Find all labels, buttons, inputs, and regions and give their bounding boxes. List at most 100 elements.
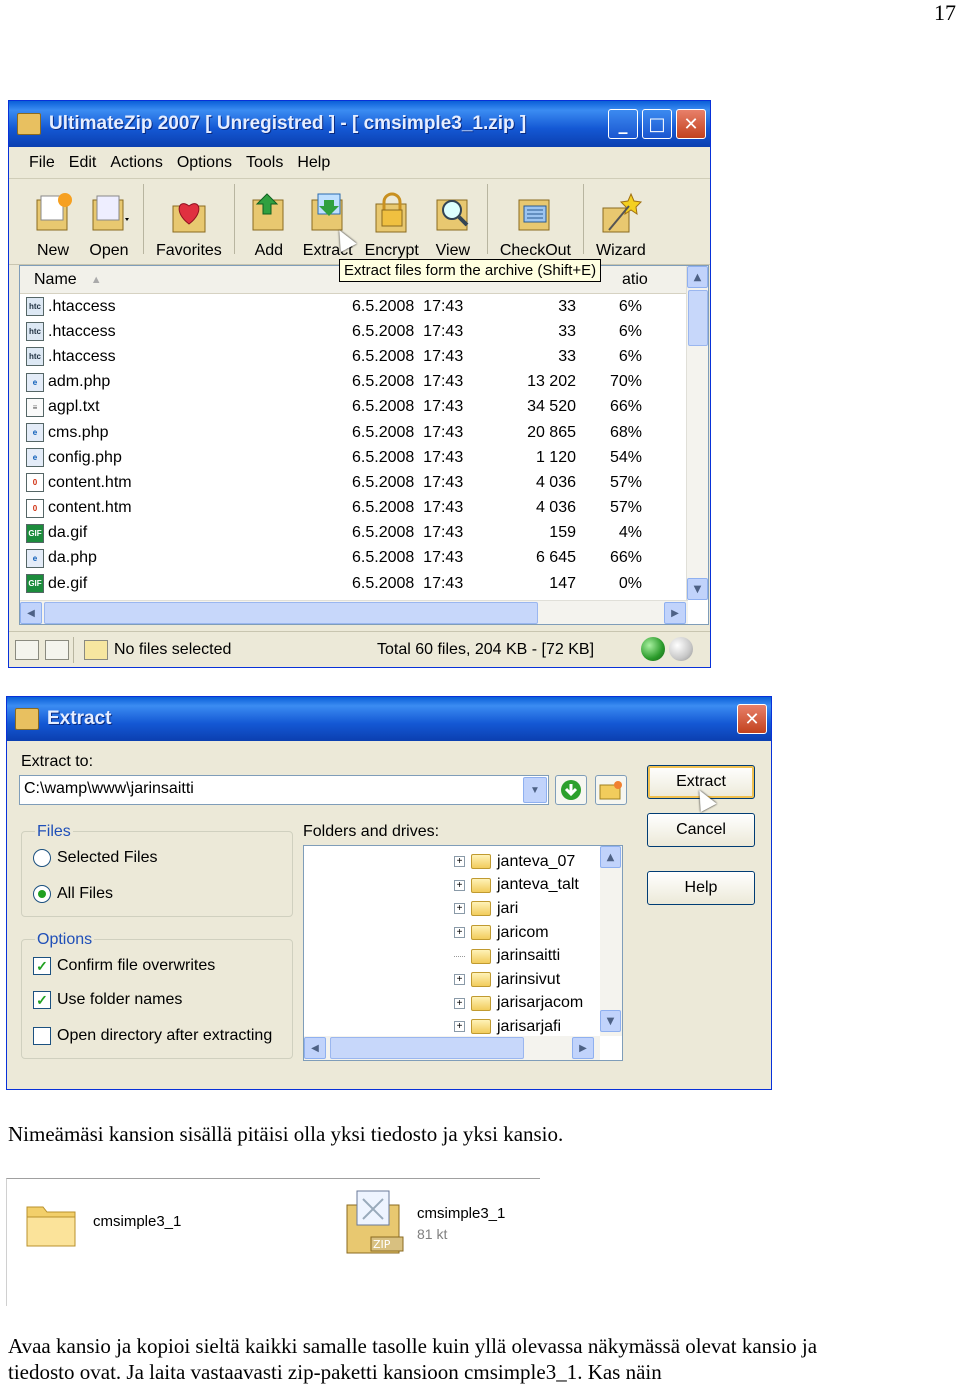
column-ratio[interactable]: atio [622,271,648,289]
folder-tree-item[interactable]: + jari [454,897,518,921]
folder-tree-item[interactable]: + jarisarjacom [454,992,583,1016]
tree-vertical-scrollbar[interactable]: ▲ ▼ [600,846,622,1036]
add-button[interactable]: Add [241,190,297,260]
confirm-overwrites-checkbox[interactable]: ✓ Confirm file overwrites [33,957,215,975]
details-view-icon[interactable] [15,639,39,660]
expand-icon[interactable]: + [454,856,465,868]
options-group-label: Options [35,931,95,949]
expand-icon[interactable]: + [454,997,465,1009]
help-button[interactable]: Help [647,871,755,905]
expand-icon[interactable]: + [454,903,465,915]
folder-tree-item[interactable]: + janteva_07 [454,850,575,874]
scroll-left-button[interactable]: ◀ [20,602,42,624]
file-row[interactable]: 0 content.htm 6.5.2008 17:43 4 036 57% [20,470,708,495]
file-row[interactable]: htc .htaccess 6.5.2008 17:43 33 6% [20,319,708,344]
folder-icon [471,995,491,1011]
file-ratio: 66% [609,398,642,416]
menu-actions[interactable]: Actions [110,154,162,172]
folder-tree-item[interactable]: + jarinsivut [454,968,560,992]
folder-icon [471,972,491,988]
file-ratio: 54% [609,448,642,466]
file-row[interactable]: htc .htaccess 6.5.2008 17:43 33 6% [20,344,708,369]
scroll-thumb[interactable] [44,602,538,624]
cancel-button[interactable]: Cancel [647,813,755,847]
selected-files-radio[interactable]: Selected Files [33,849,158,867]
open-directory-checkbox[interactable]: Open directory after extracting [33,1027,272,1045]
folder-tree-item[interactable]: + jaricom [454,921,549,945]
expand-icon[interactable]: + [454,974,465,986]
scroll-up-button[interactable]: ▲ [687,266,708,288]
folder-icon [471,925,491,941]
file-row[interactable]: e config.php 6.5.2008 17:43 1 120 54% [20,445,708,470]
file-size: 1 120 [535,448,576,466]
chevron-down-icon[interactable]: ▼ [523,777,547,803]
expand-icon[interactable]: + [454,879,465,891]
list-view-icon[interactable] [45,639,69,660]
extract-path-value: C:\wamp\www\jarinsaitti [24,780,194,797]
folder-tree-item[interactable]: + janteva_talt [454,874,579,898]
file-row[interactable]: 0 content.htm 6.5.2008 17:43 4 036 57% [20,496,708,521]
scroll-thumb[interactable] [330,1037,524,1059]
column-name[interactable]: Name [34,271,77,289]
close-button[interactable]: ✕ [676,109,706,139]
menu-options[interactable]: Options [177,154,232,172]
ht-file-icon: htc [26,347,44,367]
file-list[interactable]: Name ▲ atio htc .htaccess 6.5.2008 17:43 33… [19,265,709,625]
expand-icon[interactable]: + [454,1021,465,1033]
title-bar[interactable]: UltimateZip 2007 [ Unregistred ] - [ cms… [9,101,710,147]
folder-view-icon[interactable] [84,639,108,660]
htm-file-icon: 0 [26,473,44,493]
file-row[interactable]: htc .htaccess 6.5.2008 17:43 33 6% [20,294,708,319]
file-row[interactable]: e da.php 6.5.2008 17:43 6 645 66% [20,546,708,571]
extract-path-combo[interactable]: C:\wamp\www\jarinsaitti ▼ [19,775,549,805]
scroll-right-button[interactable]: ▶ [572,1037,594,1059]
menu-tools[interactable]: Tools [246,154,283,172]
folder-tree[interactable]: + janteva_07 + janteva_talt + jari + jaricom jar… [303,845,623,1061]
extract-button[interactable]: Extract [297,190,359,260]
ultimatezip-window: UltimateZip 2007 [ Unregistred ] - [ cms… [8,100,711,668]
go-button[interactable] [555,775,587,805]
maximize-button[interactable]: □ [642,109,672,139]
checkmark-icon: ✓ [33,991,51,1009]
dialog-title-bar[interactable]: Extract ✕ [7,697,771,741]
menu-help[interactable]: Help [297,154,330,172]
file-name: content.htm [48,473,132,491]
zip-file-item[interactable]: ZIP cmsimple3_1 81 kt [341,1187,505,1259]
view-button[interactable]: View [425,190,481,260]
vertical-scrollbar[interactable]: ▲ ▼ [686,266,708,600]
menu-file[interactable]: File [29,154,55,172]
scroll-thumb[interactable] [688,290,708,346]
scroll-right-button[interactable]: ▶ [664,602,686,624]
new-archive-icon [31,190,75,236]
encrypt-button[interactable]: Encrypt [359,190,425,260]
file-row[interactable]: GIF da.gif 6.5.2008 17:43 159 4% [20,521,708,546]
open-button[interactable]: Open [81,190,137,260]
menu-edit[interactable]: Edit [69,154,97,172]
minimize-button[interactable]: _ [608,109,638,139]
checkout-button[interactable]: CheckOut [494,190,577,260]
folder-name: cmsimple3_1 [93,1213,182,1230]
file-row[interactable]: e cms.php 6.5.2008 17:43 20 865 68% [20,420,708,445]
folder-tree-item[interactable]: jarinsaitti [454,944,560,968]
file-name: agpl.txt [48,398,100,416]
scroll-left-button[interactable]: ◀ [304,1037,326,1059]
favorites-button[interactable]: Favorites [150,190,228,260]
file-row[interactable]: GIF de.gif 6.5.2008 17:43 147 0% [20,571,708,596]
scroll-down-button[interactable]: ▼ [600,1010,621,1032]
folder-icon [471,854,491,870]
all-files-radio[interactable]: All Files [33,885,113,903]
new-button[interactable]: New [25,190,81,260]
scroll-down-button[interactable]: ▼ [687,578,708,600]
dialog-close-button[interactable]: ✕ [737,704,767,734]
file-row[interactable]: e adm.php 6.5.2008 17:43 13 202 70% [20,370,708,395]
file-row[interactable]: ≡ agpl.txt 6.5.2008 17:43 34 520 66% [20,395,708,420]
new-folder-button[interactable] [595,775,627,805]
tree-horizontal-scrollbar[interactable]: ◀ ▶ [304,1036,600,1060]
htm-file-icon: 0 [26,498,44,518]
horizontal-scrollbar[interactable]: ◀ ▶ [20,600,688,624]
folder-item[interactable]: cmsimple3_1 [23,1197,181,1253]
wizard-button[interactable]: Wizard [590,190,652,260]
expand-icon[interactable]: + [454,927,465,939]
use-folder-names-checkbox[interactable]: ✓ Use folder names [33,991,182,1009]
scroll-up-button[interactable]: ▲ [600,846,621,868]
